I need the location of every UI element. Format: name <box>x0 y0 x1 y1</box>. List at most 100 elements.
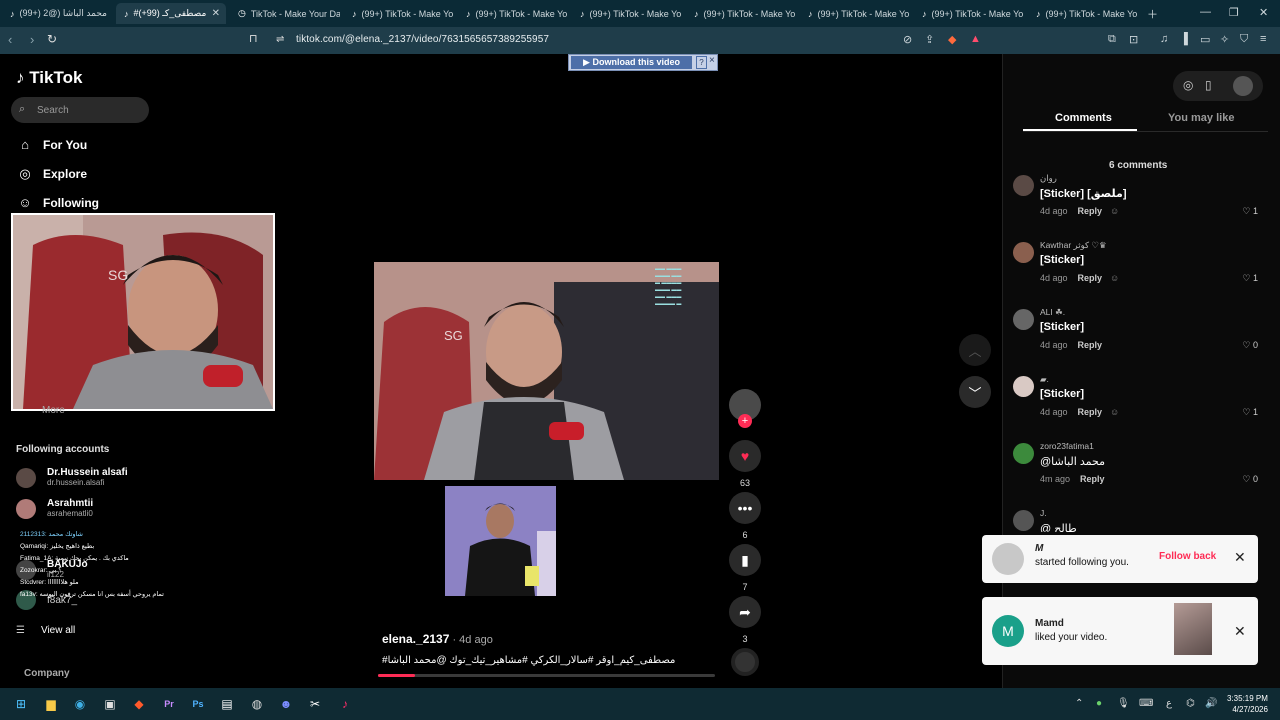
comment-like[interactable]: ♡ 0 <box>1242 474 1258 485</box>
comment-action[interactable]: ••• 6 <box>729 492 761 540</box>
next-video-button[interactable]: ﹀ <box>959 376 991 408</box>
music-icon[interactable]: ♫ <box>1160 33 1168 45</box>
profile-avatar[interactable] <box>1233 76 1253 96</box>
comment-icon[interactable]: ••• <box>729 492 761 524</box>
search-input[interactable] <box>37 102 142 118</box>
follow-notification[interactable]: M started following you. Follow back ✕ <box>982 535 1258 583</box>
minimize-icon[interactable]: — <box>1200 6 1211 18</box>
comment-like[interactable]: ♡ 1 <box>1242 206 1258 217</box>
wallet-icon[interactable]: ▭ <box>1200 33 1210 46</box>
browser-tab[interactable]: ◷ TikTok - Make Your Da <box>230 3 340 24</box>
view-all-link[interactable]: ☰ View all <box>16 625 75 636</box>
follow-back-button[interactable]: Follow back <box>1159 551 1216 562</box>
edge-icon[interactable]: ◉ <box>72 696 88 712</box>
avatar[interactable] <box>1013 510 1034 531</box>
url-field[interactable]: tiktok.com/@elena._2137/video/7631565657… <box>296 34 549 45</box>
share-arrow-icon[interactable]: ➦ <box>729 596 761 628</box>
following-account[interactable]: Asrahmtii asrahematli0 <box>16 498 166 522</box>
keyboard-icon[interactable]: ⌨ <box>1139 698 1153 709</box>
browser-tab[interactable]: ♪ (99+) محمد الباشا (@2 <box>2 3 112 24</box>
help-button[interactable]: ? <box>696 56 707 69</box>
comment-user[interactable]: zoro23fatima1 <box>1040 441 1094 451</box>
sidebar-icon[interactable]: ▐ <box>1180 33 1188 45</box>
like-action[interactable]: ♥ 63 <box>729 440 761 488</box>
bookmark-icon[interactable]: ▮ <box>729 544 761 576</box>
system-clock[interactable]: 3:35:19 PM 4/27/2026 <box>1227 693 1268 715</box>
close-tab-icon[interactable]: ✕ <box>212 8 220 19</box>
avatar[interactable] <box>1013 242 1034 263</box>
browser-tab[interactable]: ♪ (99+) TikTok - Make Yo <box>344 3 454 24</box>
company-link[interactable]: Company <box>24 668 70 679</box>
reply-button[interactable]: Reply <box>1080 474 1105 484</box>
language-indicator[interactable]: ع <box>1166 698 1172 709</box>
brave-shield-icon[interactable]: ◆ <box>948 33 956 46</box>
browser-tab[interactable]: ♪ (99+) TikTok - Make Yo <box>686 3 796 24</box>
comment-like[interactable]: ♡ 1 <box>1242 407 1258 418</box>
tiktok-app-icon[interactable]: ♪ <box>337 696 353 712</box>
reply-button[interactable]: Reply <box>1078 273 1103 283</box>
tray-app-icon[interactable]: ● <box>1096 698 1102 709</box>
reply-button[interactable]: Reply <box>1078 340 1103 350</box>
like-notification[interactable]: M Mamd liked your video. ✕ <box>982 597 1258 665</box>
avatar[interactable] <box>1013 309 1034 330</box>
video-creator[interactable]: elena._2137 · 4d ago <box>382 632 493 646</box>
device-icon[interactable]: ▯ <box>1205 78 1212 92</box>
nav-for-you[interactable]: ⌂ For You <box>16 137 87 152</box>
tab-you-may-like[interactable]: You may like <box>1168 112 1234 124</box>
reload-icon[interactable]: ↻ <box>47 32 57 46</box>
menu-icon[interactable]: ≡ <box>1260 33 1266 45</box>
maximize-icon[interactable]: ❐ <box>1229 6 1239 19</box>
leo-ai-icon[interactable]: ✧ <box>1220 33 1229 46</box>
save-action[interactable]: ▮ 7 <box>729 544 761 592</box>
photoshop-icon[interactable]: Ps <box>190 696 206 712</box>
tray-expand-icon[interactable]: ⌃ <box>1075 698 1083 709</box>
share-icon[interactable]: ⇪ <box>925 33 934 46</box>
reply-button[interactable]: Reply <box>1078 407 1103 417</box>
previous-video-button[interactable]: ︿ <box>959 334 991 366</box>
search-box[interactable]: ⌕ <box>11 97 149 123</box>
browser-tab[interactable]: ♪ (99+) TikTok - Make Yo <box>914 3 1024 24</box>
comment-user[interactable]: روان <box>1040 173 1057 184</box>
reply-button[interactable]: Reply <box>1078 206 1103 216</box>
site-info-icon[interactable]: ⇌ <box>276 34 284 45</box>
browser-tab[interactable]: ♪ (99+) TikTok - Make Yo <box>572 3 682 24</box>
new-tab-icon[interactable]: ＋ <box>1147 6 1158 22</box>
avatar[interactable] <box>1013 175 1034 196</box>
comment-like[interactable]: ♡ 0 <box>1242 340 1258 351</box>
network-icon[interactable]: ⌬ <box>1186 698 1195 709</box>
nav-following[interactable]: ☺ Following <box>16 195 99 210</box>
comment-like[interactable]: ♡ 1 <box>1242 273 1258 284</box>
download-video-button[interactable]: ▶ Download this video <box>571 56 692 69</box>
forward-icon[interactable]: › <box>30 32 34 47</box>
video-progress-bar[interactable] <box>378 674 715 677</box>
brave-icon[interactable]: ◆ <box>131 696 147 712</box>
app-icon[interactable]: ▤ <box>219 696 235 712</box>
browser-tab-active[interactable]: ♪ #مصطفى_كـ (99+) ✕ <box>116 3 226 24</box>
video-thumbnail[interactable] <box>445 486 556 596</box>
avatar[interactable] <box>1013 376 1034 397</box>
nav-more[interactable]: More <box>42 405 65 416</box>
obs-icon[interactable]: ◍ <box>249 696 265 712</box>
music-disc-icon[interactable] <box>731 648 759 676</box>
tab-comments[interactable]: Comments <box>1055 112 1112 124</box>
liked-video-thumbnail[interactable] <box>1174 603 1212 655</box>
browser-tab[interactable]: ♪ (99+) TikTok - Make Yo <box>800 3 910 24</box>
close-window-icon[interactable]: ✕ <box>1259 6 1268 19</box>
windows-start-icon[interactable]: ⊞ <box>13 696 29 712</box>
close-icon[interactable]: ✕ <box>1234 549 1246 566</box>
tiktok-logo[interactable]: ♪ TikTok <box>16 68 82 88</box>
avatar[interactable] <box>1013 443 1034 464</box>
comment-user[interactable]: ALI ☘. <box>1040 307 1065 318</box>
premiere-icon[interactable]: Pr <box>161 696 177 712</box>
rewards-icon[interactable]: ▲ <box>970 33 981 45</box>
vpn-icon[interactable]: ⛉ <box>1240 33 1248 46</box>
microphone-icon[interactable]: 🎙 <box>1117 698 1130 709</box>
back-icon[interactable]: ‹ <box>8 32 12 47</box>
share-action[interactable]: ➦ 3 <box>729 596 761 644</box>
capcut-icon[interactable]: ✂ <box>307 696 323 712</box>
discord-icon[interactable]: ☻ <box>278 696 294 712</box>
close-icon[interactable]: ✕ <box>1234 623 1246 640</box>
file-explorer-icon[interactable]: ▆ <box>43 696 59 712</box>
comment-user[interactable]: ▰. <box>1040 374 1049 385</box>
heart-icon[interactable]: ♥ <box>729 440 761 472</box>
